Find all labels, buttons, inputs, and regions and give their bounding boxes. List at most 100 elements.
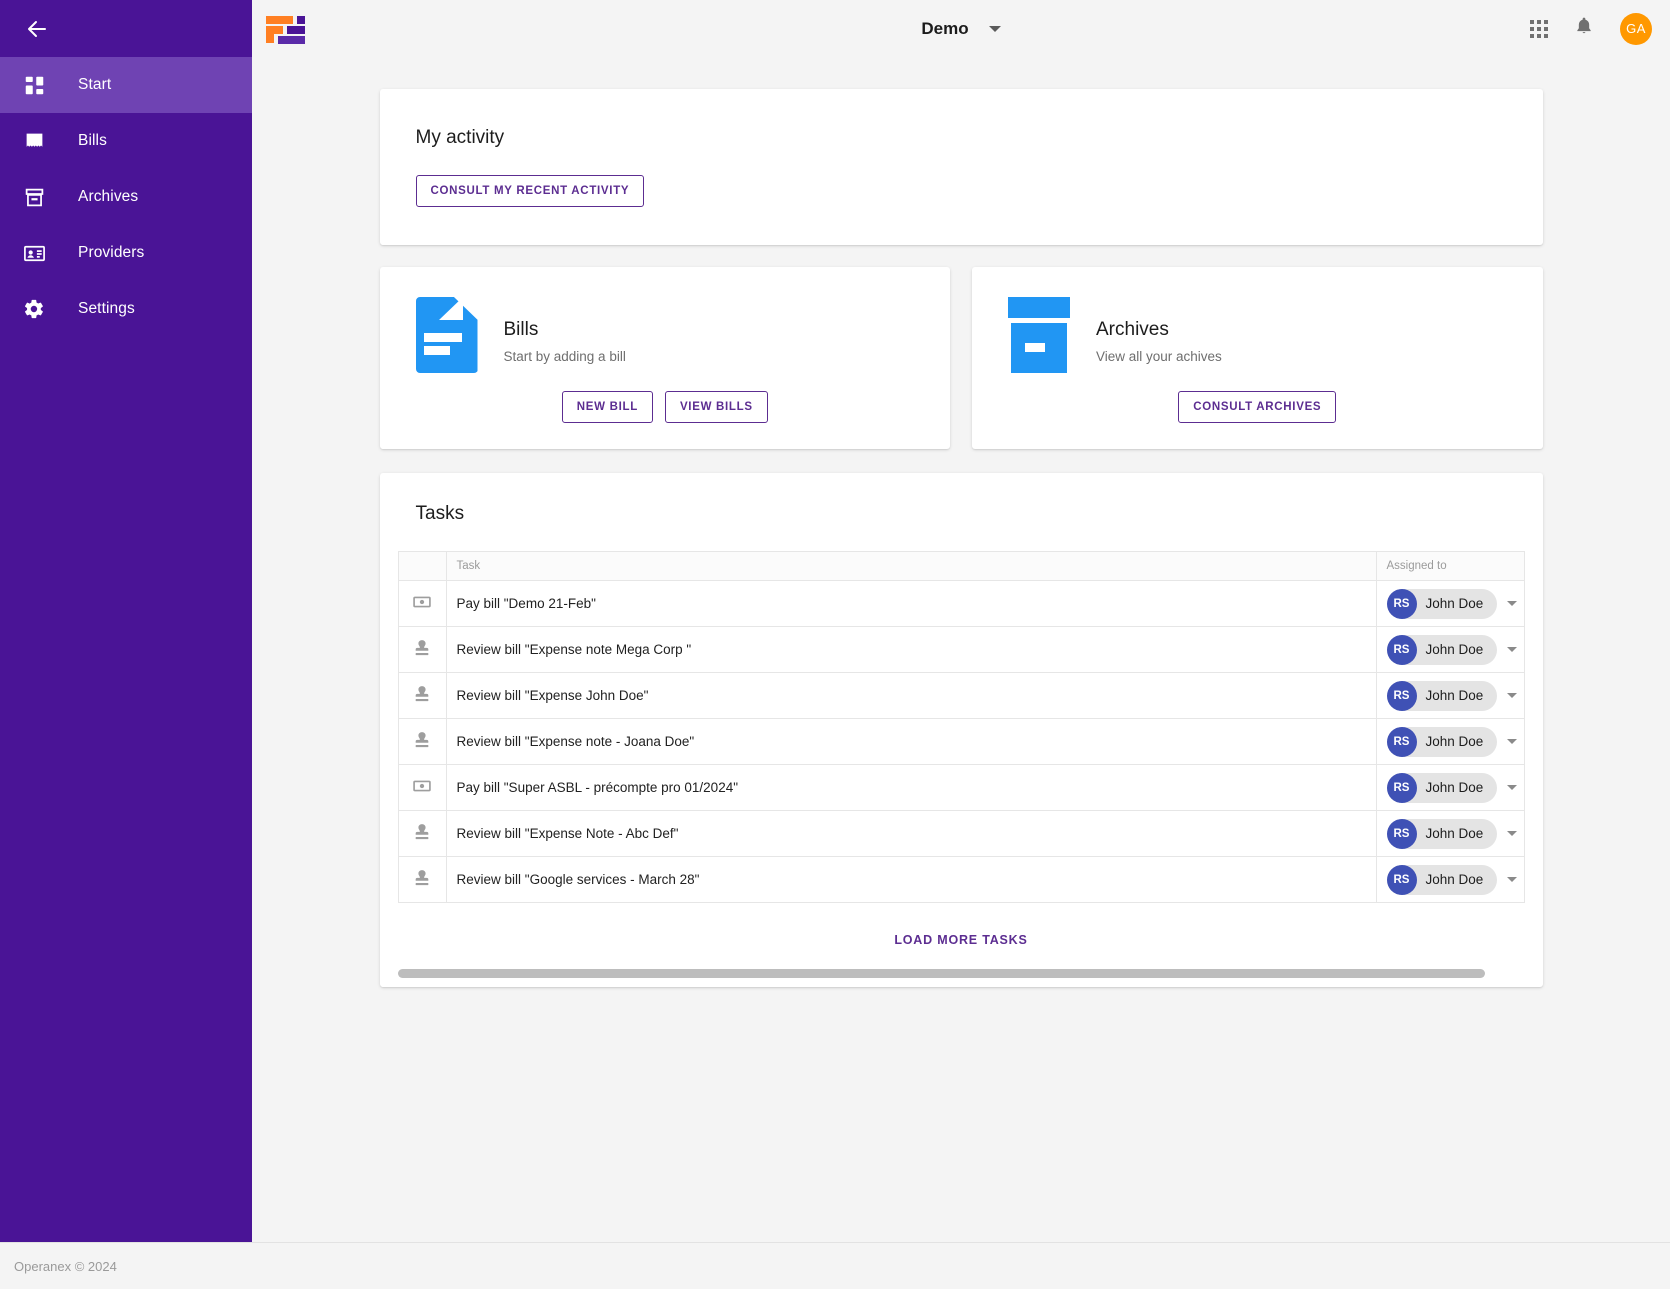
sidebar-item-label: Settings [78,300,135,318]
assignee-name: John Doe [1426,780,1484,795]
dashboard-grid-icon [12,75,56,96]
sidebar-item-settings[interactable]: Settings [0,281,252,337]
assignee-chip[interactable]: RSJohn Doe [1387,681,1498,711]
chevron-down-icon[interactable] [1507,693,1517,698]
chevron-down-icon[interactable] [1507,601,1517,606]
chevron-down-icon[interactable] [1507,831,1517,836]
stamp-icon [412,876,432,891]
horizontal-scrollbar-track[interactable] [380,969,1543,987]
bills-card-title: Bills [504,319,626,341]
arrow-left-icon [25,17,49,41]
content-column: Demo GA [252,0,1670,1242]
tasks-table-scroll[interactable]: Task Assigned to Pay bill "Demo 21-Feb"R… [380,551,1543,903]
assignee-cell: RSJohn Doe [1376,673,1524,719]
consult-recent-activity-button[interactable]: CONSULT MY RECENT ACTIVITY [416,175,645,207]
table-row[interactable]: Pay bill "Demo 21-Feb"RSJohn Doe [398,581,1524,627]
footer-copyright: Operanex © 2024 [14,1259,117,1274]
sidebar-item-bills[interactable]: Bills [0,113,252,169]
archive-box-icon [12,187,56,208]
table-row[interactable]: Review bill "Expense note Mega Corp "RSJ… [398,627,1524,673]
archives-card-subtitle: View all your achives [1096,349,1222,364]
operanex-logo-icon [266,12,306,46]
assignee-name: John Doe [1426,642,1484,657]
task-label-cell: Review bill "Expense Note - Abc Def" [446,811,1376,857]
task-type-icon-cell [398,857,446,903]
task-label-cell: Review bill "Google services - March 28" [446,857,1376,903]
assignee-name: John Doe [1426,872,1484,887]
sidebar-item-providers[interactable]: Providers [0,225,252,281]
bills-card: Bills Start by adding a bill NEW BILL VI… [380,267,951,449]
table-row[interactable]: Review bill "Expense note - Joana Doe"RS… [398,719,1524,765]
sidebar-item-label: Archives [78,188,138,206]
assignee-chip[interactable]: RSJohn Doe [1387,773,1498,803]
task-label-cell: Review bill "Expense John Doe" [446,673,1376,719]
page-title: Demo [921,19,968,39]
view-bills-button[interactable]: VIEW BILLS [665,391,768,423]
task-type-icon-cell [398,581,446,627]
new-bill-button[interactable]: NEW BILL [562,391,653,423]
load-more-tasks-button[interactable]: LOAD MORE TASKS [380,903,1543,969]
avatar: RS [1387,589,1417,619]
app-root: Start Bills Archives Providers [0,0,1670,1289]
avatar: RS [1387,819,1417,849]
avatar: RS [1387,727,1417,757]
column-header-assigned: Assigned to [1376,552,1524,581]
sidebar-item-label: Providers [78,244,144,262]
consult-archives-button[interactable]: CONSULT ARCHIVES [1178,391,1336,423]
tasks-card: Tasks Task Assigned to [380,473,1543,987]
tasks-title: Tasks [416,503,1543,525]
table-row[interactable]: Review bill "Expense Note - Abc Def" RSJo… [398,811,1524,857]
column-header-icon [398,552,446,581]
table-row[interactable]: Review bill "Google services - March 28"… [398,857,1524,903]
assignee-name: John Doe [1426,688,1484,703]
horizontal-scrollbar-thumb[interactable] [398,969,1486,978]
chevron-down-icon[interactable] [1507,647,1517,652]
assignee-cell: RS John Doe [1376,627,1524,673]
task-label-cell: Pay bill "Super ASBL - précompte pro 01/… [446,765,1376,811]
my-activity-title: My activity [416,127,1507,149]
assignee-chip[interactable]: RSJohn Doe [1387,819,1498,849]
assignee-chip[interactable]: RS John Doe [1387,635,1498,665]
chevron-down-icon[interactable] [1507,877,1517,882]
apps-grid-icon[interactable] [1530,20,1548,38]
task-type-icon-cell [398,811,446,857]
receipt-icon [12,131,56,152]
archives-card-title: Archives [1096,319,1222,341]
sidebar-header [0,0,252,57]
task-type-icon-cell [398,627,446,673]
content-wrapper: My activity CONSULT MY RECENT ACTIVITY [380,89,1543,987]
sidebar-item-archives[interactable]: Archives [0,169,252,225]
sidebar-item-start[interactable]: Start [0,57,252,113]
assignee-name: John Doe [1426,596,1484,611]
column-header-task: Task [446,552,1376,581]
table-row[interactable]: Review bill "Expense John Doe" RSJohn Doe [398,673,1524,719]
top-header: Demo GA [252,0,1670,57]
chevron-down-icon[interactable] [1507,785,1517,790]
summary-cards-row: Bills Start by adding a bill NEW BILL VI… [380,267,1543,449]
assignee-chip[interactable]: RS John Doe [1387,727,1498,757]
avatar: RS [1387,635,1417,665]
my-activity-card: My activity CONSULT MY RECENT ACTIVITY [380,89,1543,245]
table-header-row: Task Assigned to [398,552,1524,581]
stamp-icon [412,830,432,845]
bell-icon[interactable] [1574,15,1594,42]
gear-icon [12,298,56,320]
avatar: RS [1387,865,1417,895]
assignee-name: John Doe [1426,734,1484,749]
assignee-chip[interactable]: RS John Doe [1387,865,1498,895]
assignee-cell: RSJohn Doe [1376,765,1524,811]
bills-card-subtitle: Start by adding a bill [504,349,626,364]
sidebar-item-label: Start [78,76,111,94]
tasks-table-body: Pay bill "Demo 21-Feb"RSJohn DoeReview b… [398,581,1524,903]
table-row[interactable]: Pay bill "Super ASBL - précompte pro 01/… [398,765,1524,811]
stamp-icon [412,692,432,707]
chevron-down-icon[interactable] [989,26,1001,32]
avatar[interactable]: GA [1620,13,1652,45]
assignee-chip[interactable]: RS John Doe [1387,589,1498,619]
assignee-cell: RS John Doe [1376,857,1524,903]
task-type-icon-cell [398,719,446,765]
chevron-down-icon[interactable] [1507,739,1517,744]
back-button[interactable] [14,6,60,52]
header-actions: GA [1530,13,1652,45]
stamp-icon [412,646,432,661]
